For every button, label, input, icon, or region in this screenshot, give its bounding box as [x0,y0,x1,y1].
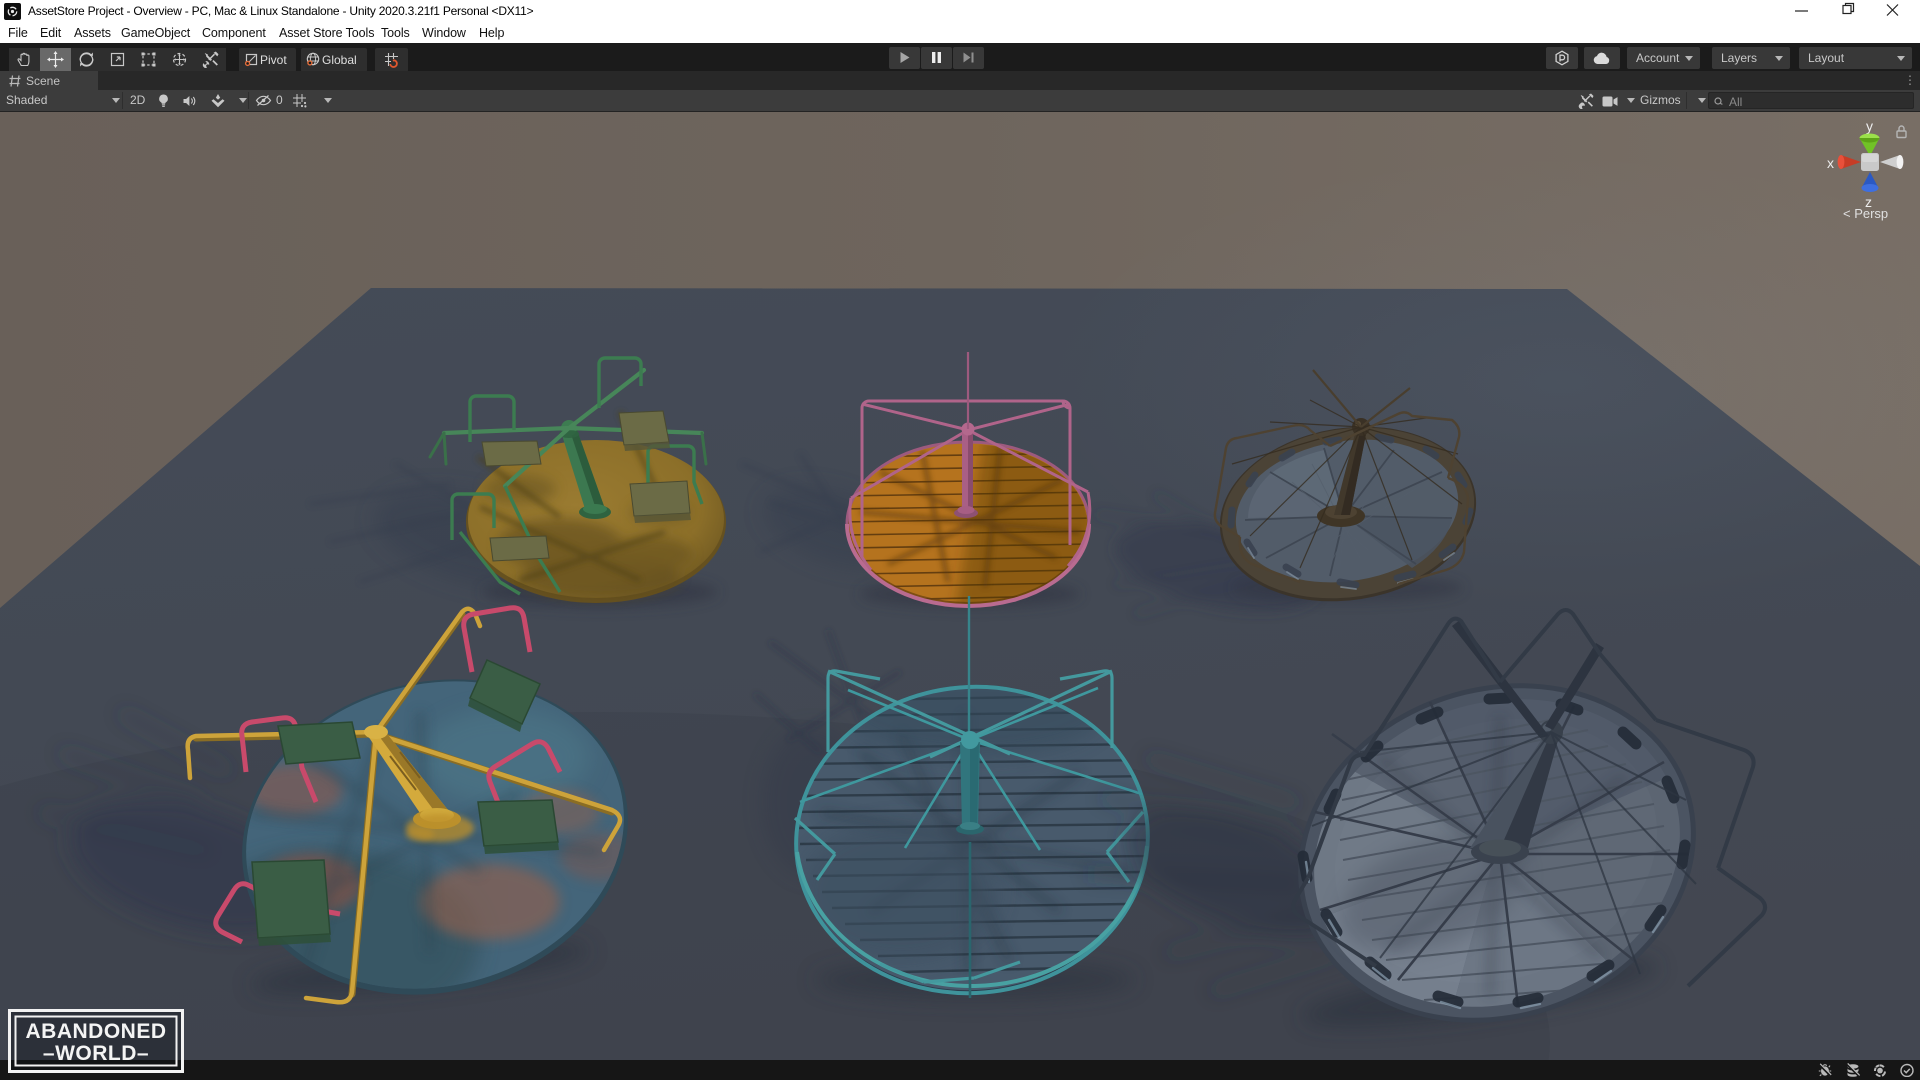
svg-text:< Persp: < Persp [1843,206,1888,221]
svg-text:x: x [1827,155,1834,171]
svg-text:–WORLD–: –WORLD– [43,1042,149,1065]
svg-text:ABANDONED: ABANDONED [26,1020,167,1043]
svg-text:y: y [1866,118,1873,134]
